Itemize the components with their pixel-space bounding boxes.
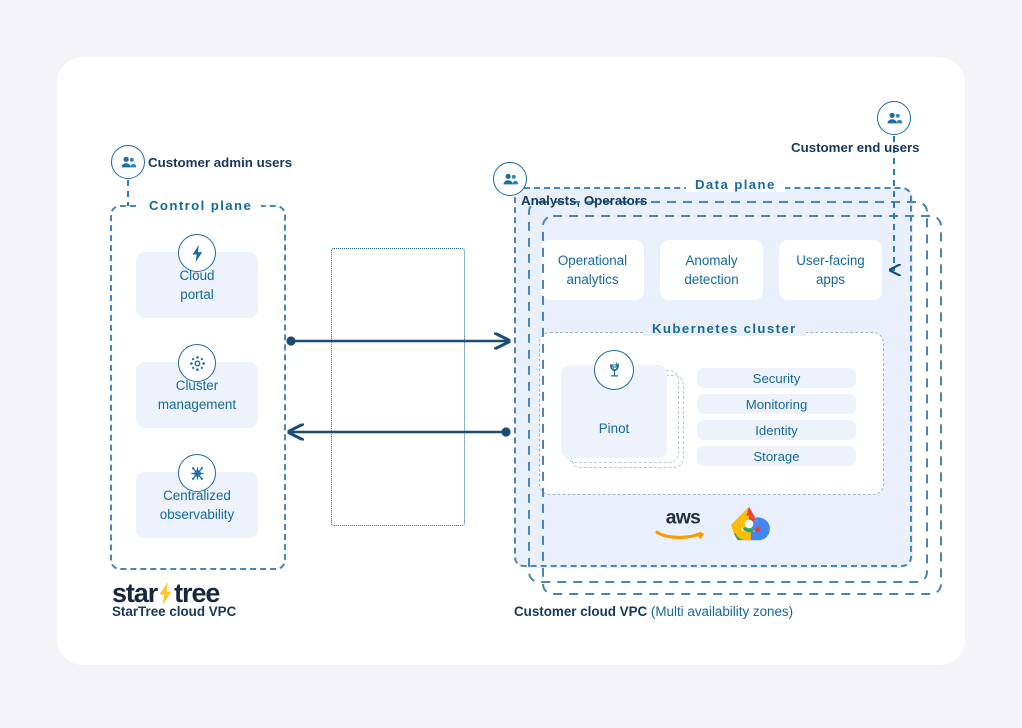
k8s-service-monitoring-label: Monitoring [745, 396, 808, 412]
customer-end-users-label: Customer end users [791, 140, 920, 155]
bolt-glyph-icon [192, 244, 202, 262]
data-plane-title: Data plane [686, 177, 785, 192]
diagram-stage: Control plane Customer admin users Cloud… [0, 0, 1022, 728]
observability-label-line2: observability [159, 507, 235, 522]
cloud-portal-label-line2: portal [180, 287, 214, 302]
google-cloud-glyph-icon [730, 506, 770, 541]
google-cloud-logo [726, 504, 772, 542]
user-facing-apps-line1: User-facing [796, 253, 865, 268]
users-icon [503, 173, 518, 184]
svg-text:aws: aws [666, 508, 700, 529]
anomaly-detection-line2: detection [684, 272, 739, 287]
analysts-operators-label: Analysts, Operators [521, 193, 648, 208]
bolt-glyph-icon [159, 582, 172, 605]
kubernetes-cluster-title: Kubernetes cluster [643, 321, 806, 336]
app-card-anomaly-detection[interactable]: Anomaly detection [660, 240, 763, 300]
users-icon [887, 112, 902, 123]
k8s-service-security[interactable]: Security [697, 368, 856, 388]
k8s-service-identity[interactable]: Identity [697, 420, 856, 440]
pinot-glyph-icon: P [609, 361, 619, 376]
aws-logo: aws [652, 505, 714, 541]
customer-admin-users-label: Customer admin users [148, 155, 293, 170]
analysts-operators-avatar [493, 162, 527, 196]
app-card-user-facing-apps[interactable]: User-facing apps [779, 240, 882, 300]
control-plane-title: Control plane [140, 198, 262, 213]
operational-analytics-line1: Operational [557, 253, 628, 268]
pinot-label: Pinot [598, 421, 630, 436]
k8s-service-monitoring[interactable]: Monitoring [697, 394, 856, 414]
anomaly-detection-line1: Anomaly [685, 253, 738, 268]
app-card-operational-analytics[interactable]: Operational analytics [541, 240, 644, 300]
bolt-circle-icon [178, 234, 216, 272]
user-facing-apps-line2: apps [815, 272, 846, 287]
k8s-service-security-label: Security [752, 370, 801, 386]
customer-vpc-sub: (Multi availability zones) [650, 604, 794, 619]
svg-text:P: P [612, 364, 615, 370]
startree-vpc-text: StarTree cloud VPC [112, 604, 237, 619]
customer-vpc-bold: Customer cloud VPC [514, 604, 648, 619]
customer-admin-users-avatar [111, 145, 145, 179]
startree-bolt-icon [158, 582, 173, 605]
cluster-nodes-icon [178, 344, 216, 382]
k8s-service-storage[interactable]: Storage [697, 446, 856, 466]
cluster-nodes-glyph-icon [189, 355, 205, 371]
observability-icon [178, 454, 216, 492]
aws-wordmark-icon: aws [655, 508, 705, 540]
pinot-icon: P [594, 350, 634, 390]
operational-analytics-line2: analytics [566, 272, 619, 287]
startree-cloud-vpc-caption: StarTree cloud VPC [112, 604, 236, 619]
observability-glyph-icon [190, 466, 204, 480]
customer-cloud-vpc-caption: Customer cloud VPC (Multi availability z… [514, 604, 793, 619]
k8s-service-identity-label: Identity [755, 422, 798, 438]
users-icon [121, 156, 136, 167]
customer-end-users-avatar [877, 101, 911, 135]
cluster-management-label-line2: management [157, 397, 237, 412]
k8s-service-storage-label: Storage [753, 448, 800, 464]
